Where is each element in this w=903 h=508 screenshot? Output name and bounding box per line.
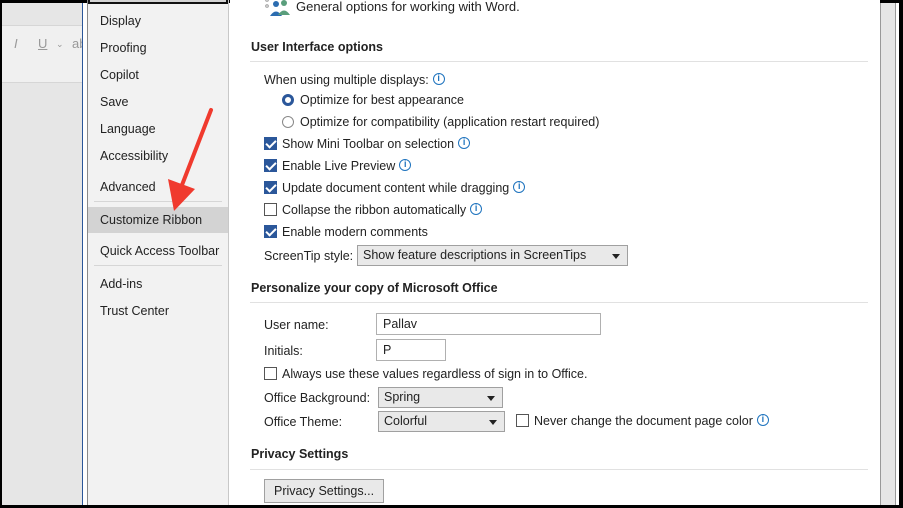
vertical-scrollbar[interactable] (880, 3, 896, 505)
label: Optimize for best appearance (300, 93, 464, 107)
divider (250, 61, 868, 62)
checkbox[interactable] (264, 137, 277, 150)
checkbox-always-use[interactable]: Always use these values regardless of si… (264, 367, 587, 381)
sidebar-item-add-ins[interactable]: Add-ins (88, 271, 228, 297)
people-icon (264, 0, 290, 20)
checkbox-live-preview[interactable]: Enable Live Preview i (264, 159, 412, 173)
initials-input[interactable]: P (376, 339, 446, 361)
label: Optimize for compatibility (application … (300, 115, 600, 129)
office-background-select[interactable]: Spring (378, 387, 503, 408)
radio-unselected[interactable] (282, 116, 294, 128)
label: Update document content while dragging (282, 181, 510, 195)
info-icon[interactable]: i (399, 159, 412, 171)
label: Enable modern comments (282, 225, 428, 239)
checkbox[interactable] (516, 414, 529, 427)
screentip-label: ScreenTip style: (264, 249, 354, 263)
word-background: I U ⌄ ab (2, 3, 86, 505)
italic-button[interactable]: I (14, 36, 18, 51)
label: Collapse the ribbon automatically (282, 203, 467, 217)
label: When using multiple displays: (264, 73, 429, 87)
privacy-settings-button[interactable]: Privacy Settings... (264, 479, 385, 503)
radio-selected[interactable] (282, 94, 294, 106)
underline-button[interactable]: U (38, 36, 47, 51)
divider (250, 302, 868, 303)
sidebar-item-trust-center[interactable]: Trust Center (88, 298, 228, 324)
checkbox[interactable] (264, 367, 277, 380)
label: Enable Live Preview (282, 159, 396, 173)
word-toolbar: I U ⌄ ab (2, 25, 86, 83)
checkbox-collapse-ribbon[interactable]: Collapse the ribbon automatically i (264, 203, 483, 217)
label: Always use these values regardless of si… (282, 367, 588, 381)
chevron-down-icon[interactable]: ⌄ (56, 39, 64, 50)
checkbox[interactable] (264, 225, 277, 238)
red-arrow-annotation (168, 108, 213, 211)
username-input[interactable]: Pallav (376, 313, 601, 335)
office-theme-label: Office Theme: (264, 415, 343, 429)
sidebar-item-general[interactable] (88, 0, 228, 4)
radio-best-appearance[interactable]: Optimize for best appearance (282, 93, 464, 107)
username-label: User name: (264, 318, 329, 332)
checkbox-mini-toolbar[interactable]: Show Mini Toolbar on selection i (264, 137, 471, 151)
checkbox-never-change-page-color[interactable]: Never change the document page color i (516, 414, 769, 428)
office-theme-select[interactable]: Colorful (378, 411, 505, 432)
sidebar-item-display[interactable]: Display (88, 8, 228, 34)
section-heading-privacy: Privacy Settings (251, 447, 349, 461)
info-icon[interactable]: i (432, 73, 445, 85)
checkbox-modern-comments[interactable]: Enable modern comments (264, 225, 428, 239)
section-heading-personalize: Personalize your copy of Microsoft Offic… (251, 281, 498, 295)
checkbox[interactable] (264, 181, 277, 194)
screentip-style-select[interactable]: Show feature descriptions in ScreenTips (357, 245, 628, 266)
info-icon[interactable]: i (513, 181, 526, 193)
info-icon[interactable]: i (756, 414, 769, 426)
info-icon[interactable]: i (470, 203, 483, 215)
divider (94, 265, 222, 266)
options-sidebar: Display Proofing Copilot Save Language A… (87, 0, 229, 505)
checkbox[interactable] (264, 203, 277, 216)
radio-compatibility[interactable]: Optimize for compatibility (application … (282, 115, 599, 129)
sidebar-item-copilot[interactable]: Copilot (88, 62, 228, 88)
intro-text: General options for working with Word. (296, 0, 520, 14)
sidebar-item-quick-access-toolbar[interactable]: Quick Access Toolbar (88, 238, 228, 264)
section-heading-ui: User Interface options (251, 40, 383, 54)
multi-display-label: When using multiple displays: i (264, 73, 445, 87)
office-background-label: Office Background: (264, 391, 371, 405)
initials-label: Initials: (264, 344, 303, 358)
divider (250, 469, 868, 470)
checkbox[interactable] (264, 159, 277, 172)
checkbox-update-dragging[interactable]: Update document content while dragging i (264, 181, 526, 195)
info-icon[interactable]: i (458, 137, 471, 149)
label: Show Mini Toolbar on selection (282, 137, 455, 151)
sidebar-item-proofing[interactable]: Proofing (88, 35, 228, 61)
options-content: General options for working with Word. U… (230, 0, 880, 503)
label: Never change the document page color (534, 414, 753, 428)
